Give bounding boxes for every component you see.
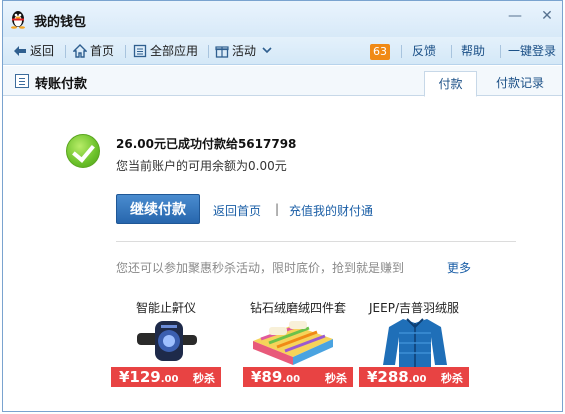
close-button[interactable]: ✕: [535, 7, 559, 25]
balance-message: 您当前账户的可用余额为0.00元: [116, 159, 287, 173]
back-arrow-icon: [13, 44, 27, 58]
qq-penguin-icon: [11, 11, 25, 29]
page-title: 转账付款: [35, 77, 88, 92]
price-bar: ¥89.00 秒杀: [243, 367, 353, 387]
gift-icon: [215, 44, 229, 58]
more-link[interactable]: 更多: [447, 259, 471, 276]
section-divider: [116, 241, 516, 242]
price-bar: ¥129.00 秒杀: [111, 367, 221, 387]
product-card[interactable]: 钻石绒磨绒四件套 ¥89.00 秒杀: [243, 299, 353, 391]
product-card[interactable]: JEEP/吉普羽绒服 ¥288.00 秒杀: [359, 299, 469, 391]
nav-divider: [500, 45, 501, 58]
apps-list-icon: [133, 44, 147, 58]
help-link[interactable]: 帮助: [461, 37, 485, 65]
product-name: 智能止鼾仪: [135, 301, 196, 315]
tab-pay[interactable]: 付款: [424, 71, 477, 97]
nav-divider: [125, 45, 126, 58]
title-bar: 我的钱包 — ✕: [3, 1, 562, 37]
nav-divider: [451, 45, 452, 58]
nav-activities[interactable]: 活动: [215, 37, 277, 65]
success-message: 26.00元已成功付款给5617798: [116, 137, 297, 151]
link-separator: |: [275, 202, 280, 216]
minimize-button[interactable]: —: [503, 7, 527, 25]
nav-home[interactable]: 首页: [72, 37, 115, 65]
page-header: 转账付款 付款 付款记录: [3, 66, 562, 97]
down-jacket-image: [383, 318, 447, 367]
document-icon: [15, 74, 29, 88]
flash-sale-tag: 秒杀: [325, 372, 347, 385]
return-home-link[interactable]: 返回首页: [213, 202, 261, 219]
nav-all-apps[interactable]: 全部应用: [133, 37, 198, 65]
product-name: 钻石绒磨绒四件套: [249, 301, 346, 315]
home-icon: [72, 44, 88, 58]
nav-divider: [65, 45, 66, 58]
feedback-link[interactable]: 反馈: [412, 37, 436, 65]
nav-all-apps-label: 全部应用: [150, 44, 199, 58]
one-click-login-link[interactable]: 一键登录: [508, 37, 556, 65]
bedding-image: [253, 321, 333, 365]
nav-divider: [401, 45, 402, 58]
nav-back-label: 返回: [30, 44, 55, 58]
window-title: 我的钱包: [34, 15, 87, 30]
price-bar: ¥288.00 秒杀: [359, 367, 469, 387]
continue-pay-button[interactable]: 继续付款: [116, 194, 200, 224]
nav-back[interactable]: 返回: [13, 37, 54, 65]
price-label: ¥89.00: [251, 368, 301, 386]
recharge-link[interactable]: 充值我的财付通: [289, 202, 373, 219]
nav-home-label: 首页: [90, 44, 115, 58]
product-name: JEEP/吉普羽绒服: [369, 301, 459, 315]
nav-bar: 返回 首页 全部应用 活动 63 反馈 帮助 一键登录: [3, 37, 562, 65]
promo-text: 您还可以参加聚惠秒杀活动，限时底价，抢到就是赚到: [116, 261, 405, 275]
price-label: ¥288.00: [367, 368, 427, 386]
product-card[interactable]: 智能止鼾仪 ¥129.00 秒杀: [111, 299, 221, 391]
watch-device-image: [137, 321, 197, 361]
wallet-window: 我的钱包 — ✕ 返回 首页 全部应用 活动 63 反馈 帮助 一键登录 转账付…: [2, 0, 563, 412]
tab-pay-records[interactable]: 付款记录: [488, 71, 552, 97]
flash-sale-tag: 秒杀: [193, 372, 215, 385]
success-check-icon: [66, 134, 100, 168]
flash-sale-tag: 秒杀: [441, 372, 463, 385]
nav-activities-label: 活动: [232, 44, 257, 58]
nav-divider: [208, 45, 209, 58]
chevron-down-icon: [260, 44, 274, 58]
notification-badge[interactable]: 63: [370, 44, 390, 60]
price-label: ¥129.00: [119, 368, 179, 386]
